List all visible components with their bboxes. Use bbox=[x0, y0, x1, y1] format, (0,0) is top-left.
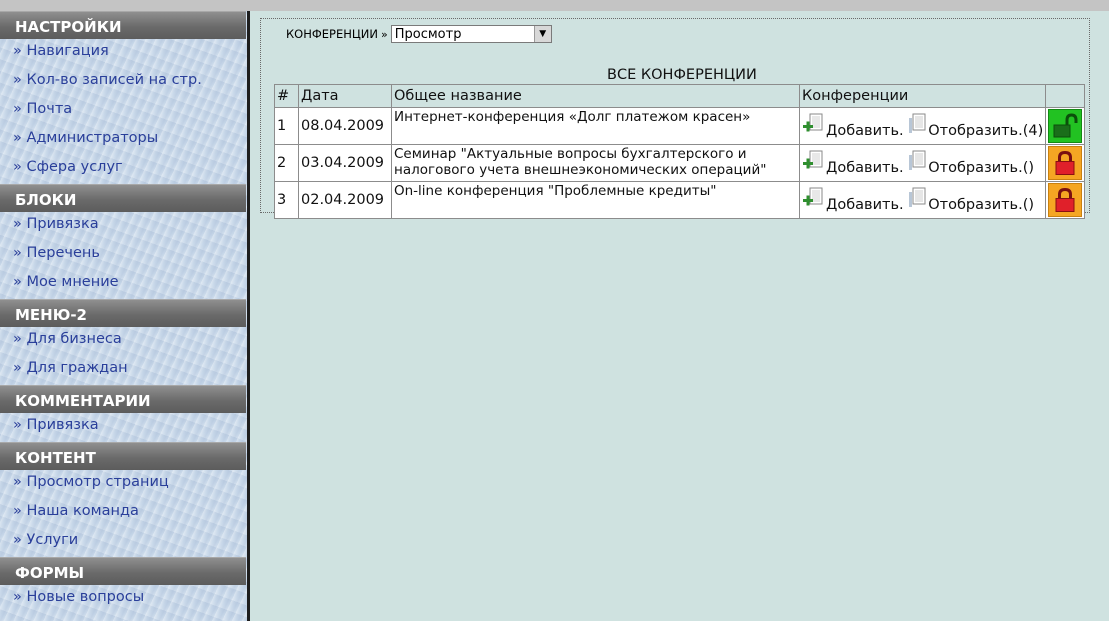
top-bar bbox=[0, 0, 1109, 11]
lock-toggle[interactable] bbox=[1045, 181, 1086, 219]
table-row: 3 02.04.2009 On-line конференция "Проблемн… bbox=[274, 181, 1086, 219]
row-actions: Добавить. Отобразить.() bbox=[798, 144, 1047, 182]
sidebar-nav-link[interactable]: » Услуги bbox=[0, 528, 247, 557]
row-date: 08.04.2009 bbox=[298, 107, 392, 145]
lock-closed-icon[interactable] bbox=[1048, 146, 1083, 180]
show-link[interactable]: Отобразить.() bbox=[908, 150, 1034, 176]
show-link[interactable]: Отобразить.() bbox=[908, 187, 1034, 213]
sidebar-nav-link[interactable]: » Новые вопросы bbox=[0, 585, 247, 614]
show-doc-icon bbox=[908, 113, 928, 139]
sidebar-nav-link[interactable]: » Кол-во записей на стр. bbox=[0, 68, 247, 97]
show-label: Отобразить.() bbox=[928, 160, 1035, 176]
sidebar-nav-link[interactable]: » Навигация bbox=[0, 39, 247, 68]
sidebar-section-header: БЛОКИ bbox=[0, 184, 246, 212]
view-select-value: Просмотр bbox=[394, 26, 462, 42]
sidebar-section-header: КОНТЕНТ bbox=[0, 442, 246, 470]
legend-separator: » bbox=[381, 27, 388, 41]
table-header-row: # Дата Общее название Конференции bbox=[274, 84, 1086, 108]
show-doc-icon bbox=[908, 150, 928, 176]
conferences-legend: КОНФЕРЕНЦИИ » Просмотр ▼ bbox=[283, 23, 555, 45]
sidebar-nav-link[interactable]: » Просмотр страниц bbox=[0, 470, 247, 499]
sidebar-nav-link[interactable]: » Мое мнение bbox=[0, 270, 247, 299]
conferences-fieldset: КОНФЕРЕНЦИИ » Просмотр ▼ ВСЕ КОНФЕРЕНЦИИ… bbox=[260, 18, 1090, 219]
column-header-date: Дата bbox=[298, 84, 392, 108]
add-doc-icon bbox=[802, 113, 826, 139]
main-content: КОНФЕРЕНЦИИ » Просмотр ▼ ВСЕ КОНФЕРЕНЦИИ… bbox=[250, 11, 1109, 621]
add-label: Добавить. bbox=[826, 197, 904, 213]
row-actions: Добавить. Отобразить.() bbox=[798, 181, 1047, 219]
add-doc-icon bbox=[802, 187, 826, 213]
lock-closed-icon[interactable] bbox=[1048, 183, 1083, 217]
sidebar-nav-link[interactable]: » Сфера услуг bbox=[0, 155, 247, 184]
table-title: ВСЕ КОНФЕРЕНЦИИ bbox=[607, 67, 757, 83]
add-link[interactable]: Добавить. bbox=[802, 150, 904, 176]
show-doc-icon bbox=[908, 187, 928, 213]
sidebar-section-header: МЕНЮ-2 bbox=[0, 299, 246, 327]
sidebar-nav-link[interactable]: » Для бизнеса bbox=[0, 327, 247, 356]
row-title: On-line конференция "Проблемные кредиты" bbox=[391, 181, 800, 219]
row-actions: Добавить. Отобразить.(4) bbox=[798, 107, 1047, 145]
sidebar-nav-link[interactable]: » Почта bbox=[0, 97, 247, 126]
add-link[interactable]: Добавить. bbox=[802, 187, 904, 213]
table-row: 1 08.04.2009 Интернет-конференция «Долг пл… bbox=[274, 107, 1086, 145]
sidebar-section-header: ФОРМЫ bbox=[0, 557, 246, 585]
sidebar-section-header: НАСТРОЙКИ bbox=[0, 11, 246, 39]
sidebar-section-header: КОММЕНТАРИИ bbox=[0, 385, 246, 413]
row-number: 3 bbox=[274, 181, 299, 219]
row-number: 2 bbox=[274, 144, 299, 182]
column-header-status bbox=[1045, 84, 1086, 108]
lock-toggle[interactable] bbox=[1045, 144, 1086, 182]
sidebar-nav-link[interactable]: » Администраторы bbox=[0, 126, 247, 155]
row-date: 03.04.2009 bbox=[298, 144, 392, 182]
sidebar: НАСТРОЙКИ» Навигация» Кол-во записей на … bbox=[0, 11, 247, 621]
lock-open-icon[interactable] bbox=[1048, 109, 1083, 143]
sidebar-nav-link[interactable]: » Для граждан bbox=[0, 356, 247, 385]
conferences-table: # Дата Общее название Конференции 1 08.04… bbox=[274, 84, 1086, 219]
sidebar-nav-link[interactable]: » Привязка bbox=[0, 212, 247, 241]
column-header-title: Общее название bbox=[391, 84, 800, 108]
row-date: 02.04.2009 bbox=[298, 181, 392, 219]
column-header-conferences: Конференции bbox=[798, 84, 1047, 108]
add-label: Добавить. bbox=[826, 160, 904, 176]
row-title: Семинар "Актуальные вопросы бухгалтерско… bbox=[391, 144, 800, 182]
show-label: Отобразить.() bbox=[928, 197, 1035, 213]
row-title: Интернет-конференция «Долг платежом крас… bbox=[391, 107, 800, 145]
show-link[interactable]: Отобразить.(4) bbox=[908, 113, 1043, 139]
lock-toggle[interactable] bbox=[1045, 107, 1086, 145]
table-row: 2 03.04.2009 Семинар "Актуальные вопросы б… bbox=[274, 144, 1086, 182]
chevron-down-icon[interactable]: ▼ bbox=[533, 26, 551, 42]
add-link[interactable]: Добавить. bbox=[802, 113, 904, 139]
column-header-num: # bbox=[274, 84, 299, 108]
sidebar-nav-link[interactable]: » Привязка bbox=[0, 413, 247, 442]
sidebar-nav-link[interactable]: » Перечень bbox=[0, 241, 247, 270]
row-number: 1 bbox=[274, 107, 299, 145]
sidebar-nav-link[interactable]: » Наша команда bbox=[0, 499, 247, 528]
add-label: Добавить. bbox=[826, 123, 904, 139]
view-select[interactable]: Просмотр ▼ bbox=[390, 25, 552, 43]
show-label: Отобразить.(4) bbox=[928, 123, 1044, 139]
legend-label: КОНФЕРЕНЦИИ bbox=[286, 27, 379, 41]
add-doc-icon bbox=[802, 150, 826, 176]
